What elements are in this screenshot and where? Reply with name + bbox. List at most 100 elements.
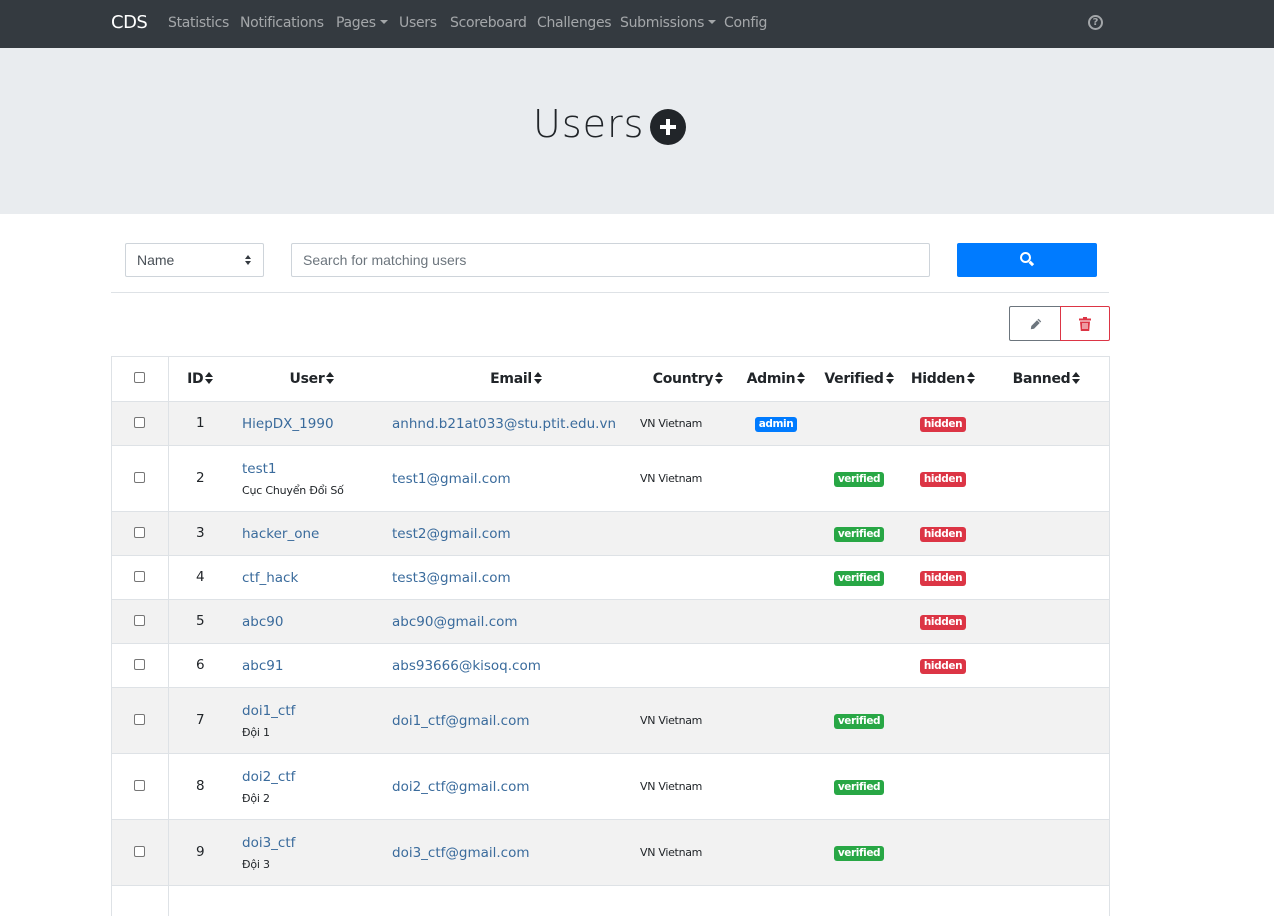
user-email-link[interactable]: test2@gmail.com bbox=[392, 526, 511, 542]
nav-challenges[interactable]: Challenges bbox=[537, 15, 612, 31]
row-checkbox[interactable] bbox=[134, 615, 146, 626]
user-name-link[interactable]: abc90 bbox=[242, 614, 283, 630]
admin-cell bbox=[736, 554, 816, 599]
search-input[interactable] bbox=[291, 243, 930, 277]
row-checkbox[interactable] bbox=[134, 714, 146, 725]
brand-logo[interactable]: CDS bbox=[111, 12, 148, 33]
verified-cell bbox=[816, 642, 902, 687]
chevron-down-icon bbox=[708, 20, 717, 24]
user-country bbox=[640, 642, 736, 687]
table-row[interactable]: 2 test1 Cục Chuyển Đổi Số test1@gmail.com VN… bbox=[112, 444, 1109, 511]
row-checkbox[interactable] bbox=[134, 527, 146, 538]
nav-pages[interactable]: Pages bbox=[336, 15, 388, 31]
row-select-cell bbox=[112, 686, 169, 753]
column-label: Email bbox=[490, 370, 532, 387]
banned-cell bbox=[984, 686, 1109, 753]
column-header-verified[interactable]: Verified bbox=[816, 357, 902, 402]
email-cell: doi1_ctf@gmail.com bbox=[392, 686, 640, 753]
user-id: 8 bbox=[168, 752, 232, 819]
admin-cell bbox=[736, 752, 816, 819]
column-label: User bbox=[289, 370, 325, 387]
table-row[interactable]: 5 abc90 abc90@gmail.com hidden bbox=[112, 598, 1109, 643]
verified-badge: verified bbox=[833, 527, 885, 542]
column-header-banned[interactable]: Banned bbox=[984, 357, 1109, 402]
page-header: Users bbox=[0, 48, 1274, 214]
user-email-link[interactable]: test3@gmail.com bbox=[392, 570, 511, 586]
user-cell: test1 Cục Chuyển Đổi Số bbox=[232, 444, 392, 511]
user-name-link[interactable]: ctf_hack bbox=[242, 570, 298, 586]
user-name-link[interactable]: HiepDX_1990 bbox=[242, 416, 334, 432]
user-name-link[interactable]: abc91 bbox=[242, 658, 283, 674]
column-header-user[interactable]: User bbox=[232, 357, 392, 402]
user-email-link[interactable]: doi3_ctf@gmail.com bbox=[392, 845, 530, 861]
user-name-link[interactable]: doi3_ctf bbox=[242, 835, 295, 851]
edit-users-button[interactable] bbox=[1009, 306, 1061, 341]
plus-circle-icon[interactable] bbox=[650, 109, 686, 145]
hidden-cell bbox=[902, 686, 984, 753]
user-email-link[interactable]: doi1_ctf@gmail.com bbox=[392, 713, 530, 729]
select-all-checkbox[interactable] bbox=[134, 371, 146, 383]
table-row[interactable]: 1 HiepDX_1990 anhnd.b21at033@stu.ptit.edu.… bbox=[112, 400, 1109, 445]
nav-notifications[interactable]: Notifications bbox=[240, 15, 324, 31]
search-field-select[interactable]: Name bbox=[125, 243, 264, 277]
row-filler bbox=[168, 884, 1109, 916]
column-header-country[interactable]: Country bbox=[640, 357, 736, 402]
chevron-down-icon bbox=[379, 20, 388, 24]
user-id: 9 bbox=[168, 818, 232, 885]
divider bbox=[111, 292, 1109, 293]
nav-statistics[interactable]: Statistics bbox=[168, 15, 229, 31]
user-team: Đội 3 bbox=[242, 857, 270, 871]
user-country: VN Vietnam bbox=[640, 400, 736, 445]
column-header-hidden[interactable]: Hidden bbox=[902, 357, 984, 402]
user-name-link[interactable]: test1 bbox=[242, 461, 277, 477]
sort-icon bbox=[326, 371, 335, 384]
sort-icon bbox=[967, 371, 976, 384]
verified-cell: verified bbox=[816, 686, 902, 753]
user-name-link[interactable]: doi2_ctf bbox=[242, 769, 295, 785]
nav-scoreboard[interactable]: Scoreboard bbox=[450, 15, 527, 31]
user-email-link[interactable]: test1@gmail.com bbox=[392, 471, 511, 487]
user-email-link[interactable]: abs93666@kisoq.com bbox=[392, 658, 541, 674]
table-row[interactable]: 7 doi1_ctf Đội 1 doi1_ctf@gmail.com VN Vietn… bbox=[112, 686, 1109, 753]
user-country bbox=[640, 598, 736, 643]
column-header-id[interactable]: ID bbox=[168, 357, 232, 402]
user-id: 3 bbox=[168, 510, 232, 555]
verified-cell bbox=[816, 598, 902, 643]
nav-users[interactable]: Users bbox=[399, 15, 437, 31]
table-row[interactable]: 9 doi3_ctf Đội 3 doi3_ctf@gmail.com VN Vietn… bbox=[112, 818, 1109, 885]
nav-config[interactable]: Config bbox=[724, 15, 767, 31]
delete-users-button[interactable] bbox=[1060, 306, 1110, 341]
hidden-cell: hidden bbox=[902, 598, 984, 643]
table-row[interactable]: 4 ctf_hack test3@gmail.com verified hidden bbox=[112, 554, 1109, 599]
verified-cell bbox=[816, 400, 902, 445]
row-checkbox[interactable] bbox=[134, 417, 146, 428]
table-row[interactable]: 8 doi2_ctf Đội 2 doi2_ctf@gmail.com VN Vietn… bbox=[112, 752, 1109, 819]
nav-submissions-label: Submissions bbox=[620, 15, 705, 31]
user-email-link[interactable]: doi2_ctf@gmail.com bbox=[392, 779, 530, 795]
nav-submissions[interactable]: Submissions bbox=[620, 15, 717, 31]
user-name-link[interactable]: hacker_one bbox=[242, 526, 319, 542]
search-field-value: Name bbox=[137, 252, 175, 268]
user-email-link[interactable]: anhnd.b21at033@stu.ptit.edu.vn bbox=[392, 416, 616, 432]
table-row[interactable]: 6 abc91 abs93666@kisoq.com hidden bbox=[112, 642, 1109, 687]
verified-cell: verified bbox=[816, 818, 902, 885]
column-header-admin[interactable]: Admin bbox=[736, 357, 816, 402]
row-checkbox[interactable] bbox=[134, 780, 146, 791]
row-checkbox[interactable] bbox=[134, 846, 146, 857]
table-row[interactable] bbox=[112, 884, 1109, 916]
top-navbar: CDS Statistics Notifications Pages Users… bbox=[0, 0, 1274, 48]
table-row[interactable]: 3 hacker_one test2@gmail.com verified hidden bbox=[112, 510, 1109, 555]
question-circle-icon[interactable]: ? bbox=[1088, 15, 1103, 30]
user-name-link[interactable]: doi1_ctf bbox=[242, 703, 295, 719]
row-checkbox[interactable] bbox=[134, 659, 146, 670]
user-email-link[interactable]: abc90@gmail.com bbox=[392, 614, 518, 630]
hidden-badge: hidden bbox=[919, 571, 967, 586]
banned-cell bbox=[984, 444, 1109, 511]
user-id: 7 bbox=[168, 686, 232, 753]
row-checkbox[interactable] bbox=[134, 571, 146, 582]
column-header-email[interactable]: Email bbox=[392, 357, 640, 402]
verified-badge: verified bbox=[833, 780, 885, 795]
row-checkbox[interactable] bbox=[134, 472, 146, 483]
pencil-icon bbox=[1030, 318, 1042, 330]
search-button[interactable] bbox=[957, 243, 1097, 277]
